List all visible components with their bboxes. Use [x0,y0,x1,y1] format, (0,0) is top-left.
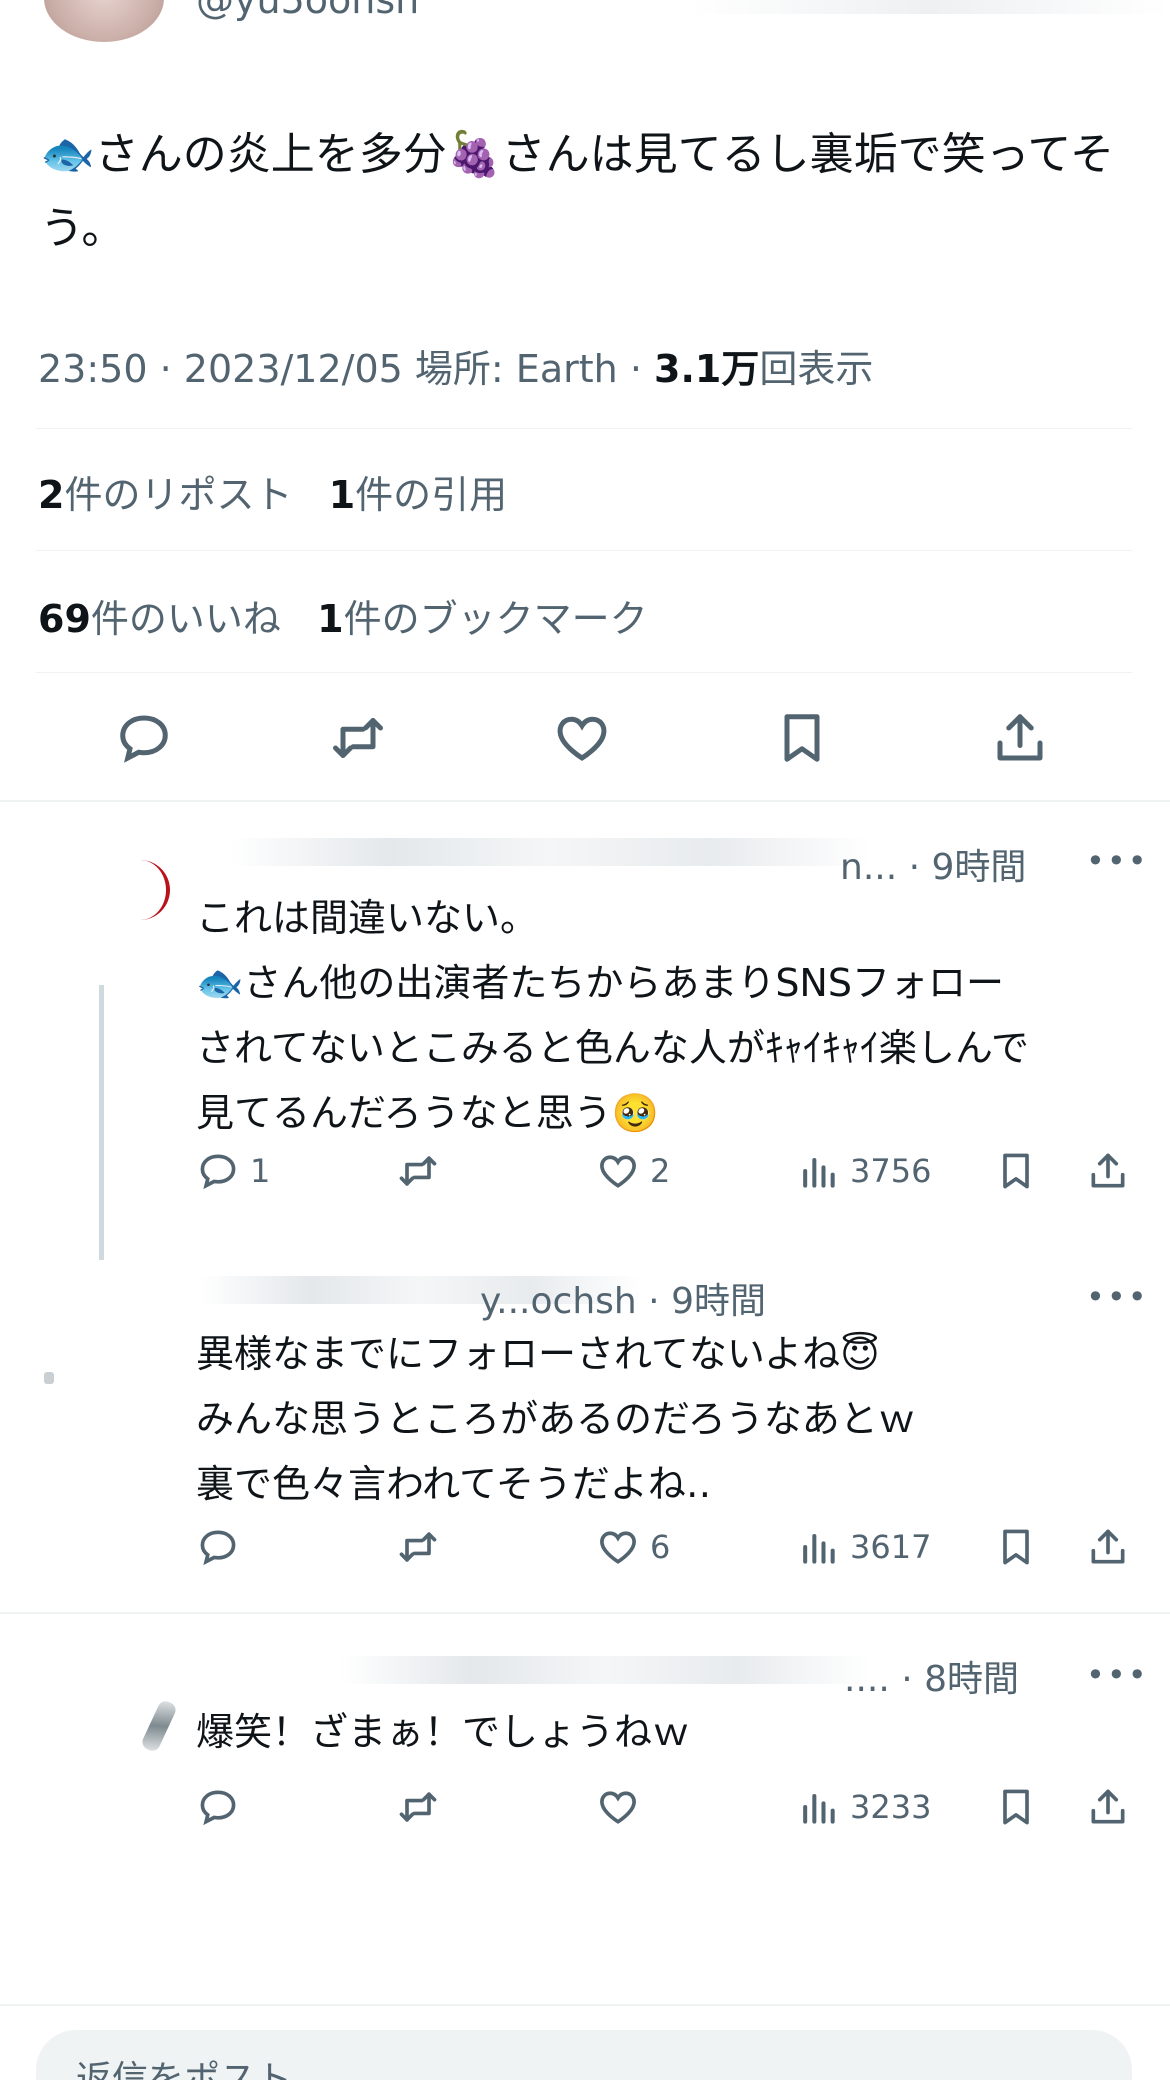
bookmark-icon[interactable] [772,708,832,768]
like-icon [596,1525,640,1569]
reply-author-blur [340,1656,870,1684]
post-location: 場所: Earth [414,347,618,391]
post-text: 🐟さんの炎上を多分🍇さんは見てるし裏垢で笑ってそう。 [40,129,1115,254]
reply-bookmark-button[interactable] [994,1148,1038,1194]
repost-icon [396,1149,440,1193]
reply-author-name[interactable]: y...ochsh [480,1281,637,1322]
reply-reply-button[interactable] [196,1784,250,1830]
bookmark-icon [994,1785,1038,1829]
reply-avatar[interactable] [140,860,170,920]
section-divider [0,1612,1170,1614]
reply-reply-button[interactable]: 1 [196,1148,270,1194]
reply-share-button[interactable] [1086,1524,1130,1570]
post-meta: 23:50 · 2023/12/05 場所: Earth · 3.1万回表示 [38,347,874,391]
reply-like-button[interactable]: 2 [596,1148,670,1194]
likes-stat[interactable]: 69件のいいね [38,597,281,641]
reply-share-button[interactable] [1086,1148,1130,1194]
quotes-stat[interactable]: 1件の引用 [329,473,507,517]
bookmark-icon [994,1525,1038,1569]
section-divider [0,2004,1170,2006]
like-icon [596,1785,640,1829]
repost-icon [396,1785,440,1829]
reply-header: y...ochsh · 9時間 [480,1281,766,1322]
reply-icon [196,1149,240,1193]
reply-share-button[interactable] [1086,1784,1130,1830]
like-icon[interactable] [552,708,612,768]
reposts-stat[interactable]: 2件のリポスト [38,473,292,517]
reply-author-name[interactable]: n... [840,847,897,888]
reply-views-button[interactable]: 3233 [796,1784,931,1830]
reply-repost-button[interactable] [396,1524,450,1570]
repost-icon[interactable] [328,708,388,768]
views-icon [796,1525,840,1569]
repost-quote-row: 2件のリポスト 1件の引用 [38,464,507,519]
reply-header: n... · 9時間 [840,847,1027,888]
reply-views-button[interactable]: 3617 [796,1524,931,1570]
reply-icon [196,1785,240,1829]
share-icon [1086,1525,1130,1569]
reply-reply-button[interactable] [196,1524,250,1570]
more-options-icon[interactable]: ••• [1086,842,1149,880]
divider [36,550,1132,551]
reply-text: 異様なまでにフォローされてないよね😇 みんな思うところがあるのだろうなあとｗ 裏… [196,1332,916,1506]
reply-bookmark-button[interactable] [994,1524,1038,1570]
reply-time[interactable]: 9時間 [671,1281,766,1322]
post-time[interactable]: 23:50 [38,347,148,391]
reply-header: .... · 8時間 [844,1659,1020,1700]
author-handle[interactable]: @yu5oohsh [196,0,419,22]
reply-text: これは間違いない。 🐟さん他の出演者たちからあまりSNSフォロー されてないとこ… [196,896,1029,1135]
bookmark-icon [994,1149,1038,1193]
views-count: 3.1万 [654,347,760,391]
reply-icon[interactable] [114,708,174,768]
share-icon [1086,1149,1130,1193]
reply-like-button[interactable]: 6 [596,1524,670,1570]
views-icon [796,1785,840,1829]
views-icon [796,1149,840,1193]
more-options-icon[interactable]: ••• [1086,1278,1149,1316]
reply-author-name[interactable]: .... [844,1659,890,1700]
likes-bookmarks-row: 69件のいいね 1件のブックマーク [38,588,648,643]
reply-repost-button[interactable] [396,1784,450,1830]
reply-avatar[interactable] [139,1698,179,1754]
reply-composer-placeholder[interactable]: 返信をポスト [76,2050,292,2080]
more-options-icon[interactable]: ••• [1086,1656,1149,1694]
reply-bookmark-button[interactable] [994,1784,1038,1830]
views-label: 回表示 [759,347,874,391]
reply-repost-button[interactable] [396,1148,450,1194]
share-icon [1086,1785,1130,1829]
reply-time[interactable]: 8時間 [924,1659,1019,1700]
author-avatar[interactable] [44,0,164,42]
reply-like-button[interactable] [596,1784,650,1830]
header-blur [690,0,1170,14]
reply-icon [196,1525,240,1569]
share-icon[interactable] [990,708,1050,768]
divider [36,428,1132,429]
repost-icon [396,1525,440,1569]
post-date[interactable]: 2023/12/05 [184,347,403,391]
reply-text: 爆笑！ざまぁ！でしょうねｗ [196,1710,691,1754]
reply-views-button[interactable]: 3756 [796,1148,931,1194]
bookmarks-stat[interactable]: 1件のブックマーク [317,597,647,641]
divider [36,672,1132,673]
section-divider [0,800,1170,802]
thread-line [99,985,104,1260]
reply-avatar[interactable] [44,1372,54,1384]
reply-author-blur [230,838,870,866]
like-icon [596,1149,640,1193]
reply-time[interactable]: 9時間 [932,847,1027,888]
